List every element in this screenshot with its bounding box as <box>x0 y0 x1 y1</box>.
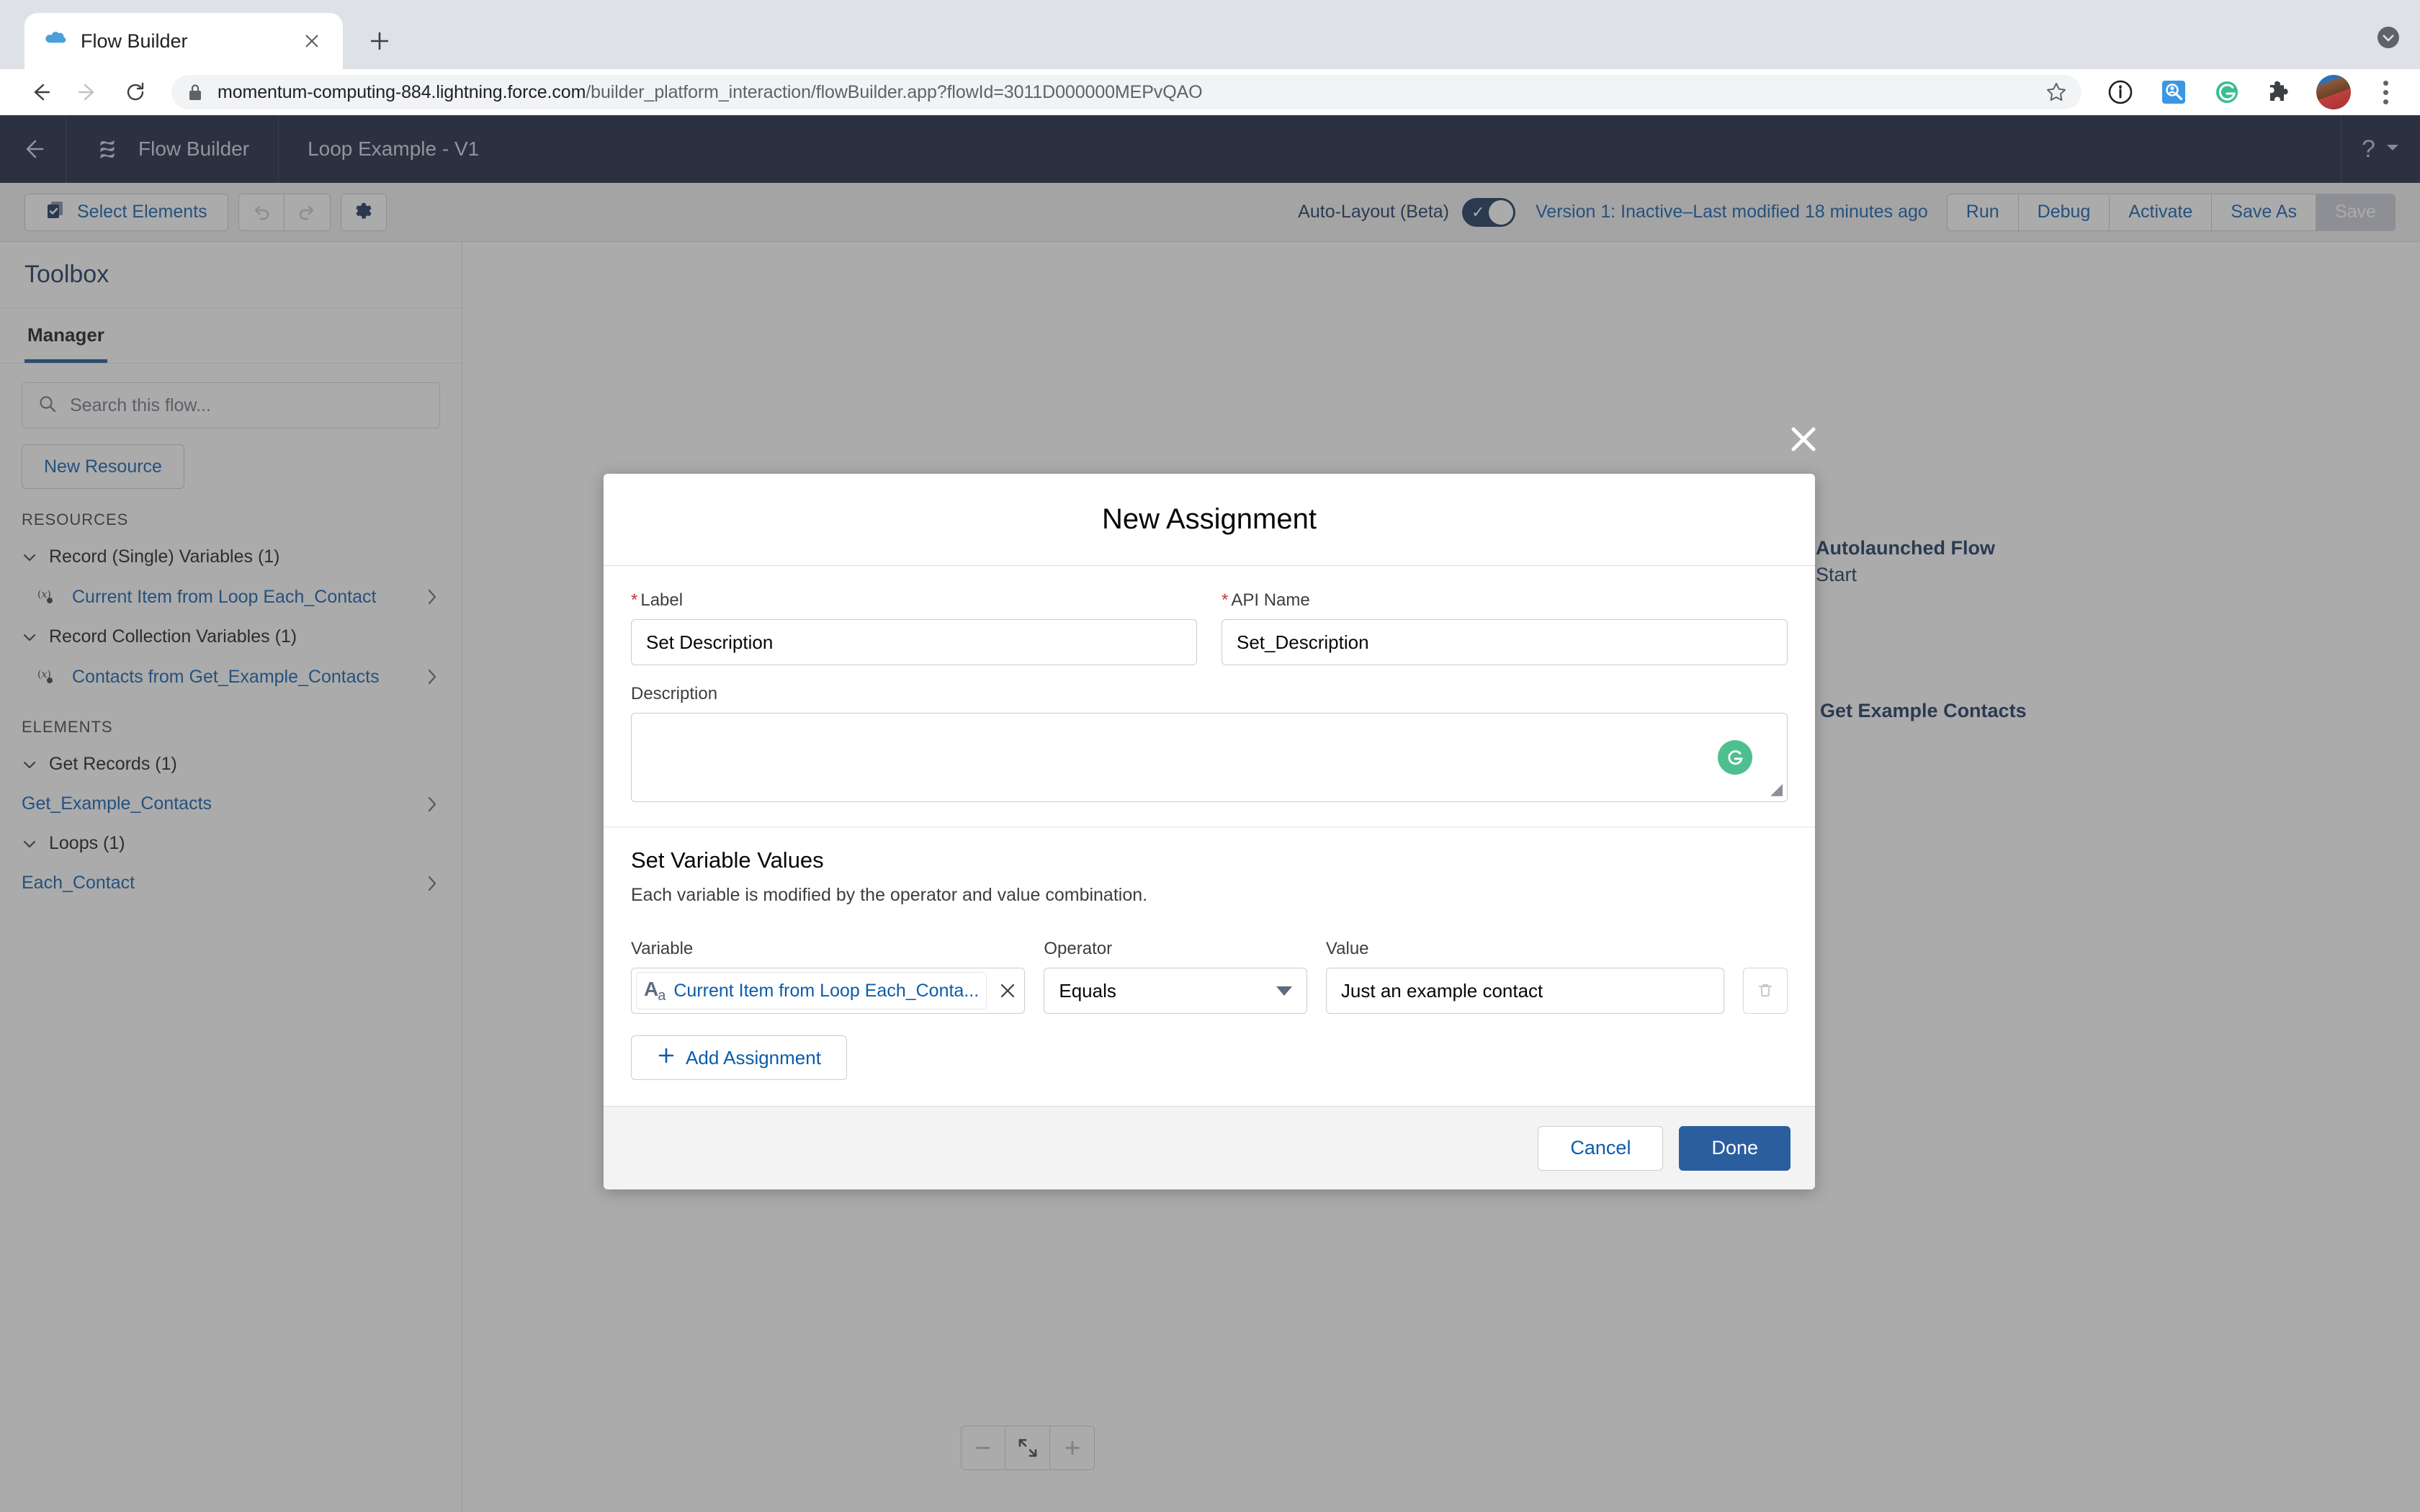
new-assignment-modal: New Assignment * Label Set Description * A… <box>604 474 1815 1189</box>
extension-icons <box>2096 75 2401 109</box>
grammarly-icon[interactable] <box>2210 75 2244 109</box>
resize-handle[interactable]: ◢ <box>1770 780 1783 798</box>
value-column-header: Value <box>1325 939 1369 958</box>
modal-body: * Label Set Description * API Name Set_Des… <box>604 566 1815 1106</box>
required-asterisk: * <box>631 590 638 610</box>
delete-column <box>1743 968 1788 1014</box>
variable-value: Current Item from Loop Each_Conta... <box>673 980 980 1001</box>
record-search-icon[interactable] <box>2156 75 2191 109</box>
operator-column-header: Operator <box>1044 939 1113 958</box>
url-path: /builder_platform_interaction/flowBuilde… <box>586 81 1203 102</box>
address-bar[interactable]: momentum-computing-884.lightning.force.c… <box>171 75 2081 109</box>
api-name-input-value: Set_Description <box>1237 631 1369 653</box>
required-asterisk: * <box>1222 590 1229 610</box>
arrow-right-icon <box>66 71 109 114</box>
delete-assignment-button <box>1743 968 1788 1014</box>
variable-input[interactable]: Aa Current Item from Loop Each_Conta... <box>631 968 1026 1014</box>
avatar[interactable] <box>2316 75 2351 109</box>
description-field-group: Description ◢ <box>631 684 1788 802</box>
close-icon <box>1791 427 1816 451</box>
puzzle-extensions-icon[interactable] <box>2263 75 2298 109</box>
salesforce-cloud-icon <box>43 30 68 52</box>
label-input[interactable]: Set Description <box>631 619 1197 665</box>
label-input-value: Set Description <box>646 631 774 653</box>
api-name-field-group: * API Name Set_Description <box>1222 590 1788 665</box>
clear-variable-icon[interactable] <box>995 982 1020 999</box>
trash-icon <box>1759 984 1772 996</box>
modal-footer: Cancel Done <box>604 1106 1815 1189</box>
chevron-down-circle-icon[interactable] <box>2372 22 2404 53</box>
operator-column: Operator Equals <box>1044 939 1307 1014</box>
label-field-group: * Label Set Description <box>631 590 1197 665</box>
arrow-left-icon[interactable] <box>19 71 62 114</box>
kebab-menu-icon[interactable] <box>2370 75 2401 109</box>
reload-icon[interactable] <box>114 71 157 114</box>
label-field-label: * Label <box>631 590 684 610</box>
star-icon[interactable] <box>2045 81 2067 103</box>
browser-chrome: Flow Builder momentum-computing-884.ligh… <box>0 0 2420 115</box>
tab-strip: Flow Builder <box>0 0 2420 69</box>
done-button[interactable]: Done <box>1679 1125 1791 1171</box>
tab-title: Flow Builder <box>81 30 188 52</box>
info-circle-icon[interactable] <box>2103 75 2138 109</box>
variable-column: Variable Aa Current Item from Loop Each_… <box>631 939 1026 1014</box>
operator-value: Equals <box>1059 979 1116 1002</box>
add-assignment-label: Add Assignment <box>686 1046 821 1068</box>
description-field-label: Description <box>631 684 718 703</box>
add-assignment-button[interactable]: Add Assignment <box>631 1035 847 1080</box>
close-icon[interactable] <box>300 29 324 53</box>
variable-column-header: Variable <box>631 939 694 958</box>
chevron-down-icon <box>1276 986 1292 996</box>
value-input-value: Just an example contact <box>1340 979 1543 1002</box>
operator-select[interactable]: Equals <box>1044 968 1307 1014</box>
modal-close-button[interactable] <box>1783 419 1824 459</box>
modal-header: New Assignment <box>604 474 1815 566</box>
lock-icon <box>187 83 203 102</box>
value-input[interactable]: Just an example contact <box>1325 968 1724 1014</box>
browser-tab[interactable]: Flow Builder <box>24 13 343 69</box>
set-variable-values-title: Set Variable Values <box>631 847 824 873</box>
variable-pill[interactable]: Aa Current Item from Loop Each_Conta... <box>636 972 987 1009</box>
api-name-input[interactable]: Set_Description <box>1222 619 1788 665</box>
new-tab-button[interactable] <box>357 19 402 63</box>
cancel-button[interactable]: Cancel <box>1538 1125 1664 1171</box>
modal-title: New Assignment <box>1102 503 1317 535</box>
assignment-row: Variable Aa Current Item from Loop Each_… <box>631 939 1788 1014</box>
url-host: momentum-computing-884.lightning.force.c… <box>218 81 586 102</box>
grammarly-icon[interactable] <box>1718 740 1752 775</box>
value-column: Value Just an example contact <box>1325 939 1724 1014</box>
plus-icon <box>657 1046 676 1070</box>
text-type-icon: Aa <box>644 977 666 1004</box>
api-name-field-label: * API Name <box>1222 590 1310 610</box>
omnibox-row: momentum-computing-884.lightning.force.c… <box>0 69 2420 115</box>
set-variable-values-subtitle: Each variable is modified by the operato… <box>631 885 1148 905</box>
description-textarea[interactable]: ◢ <box>631 713 1788 802</box>
